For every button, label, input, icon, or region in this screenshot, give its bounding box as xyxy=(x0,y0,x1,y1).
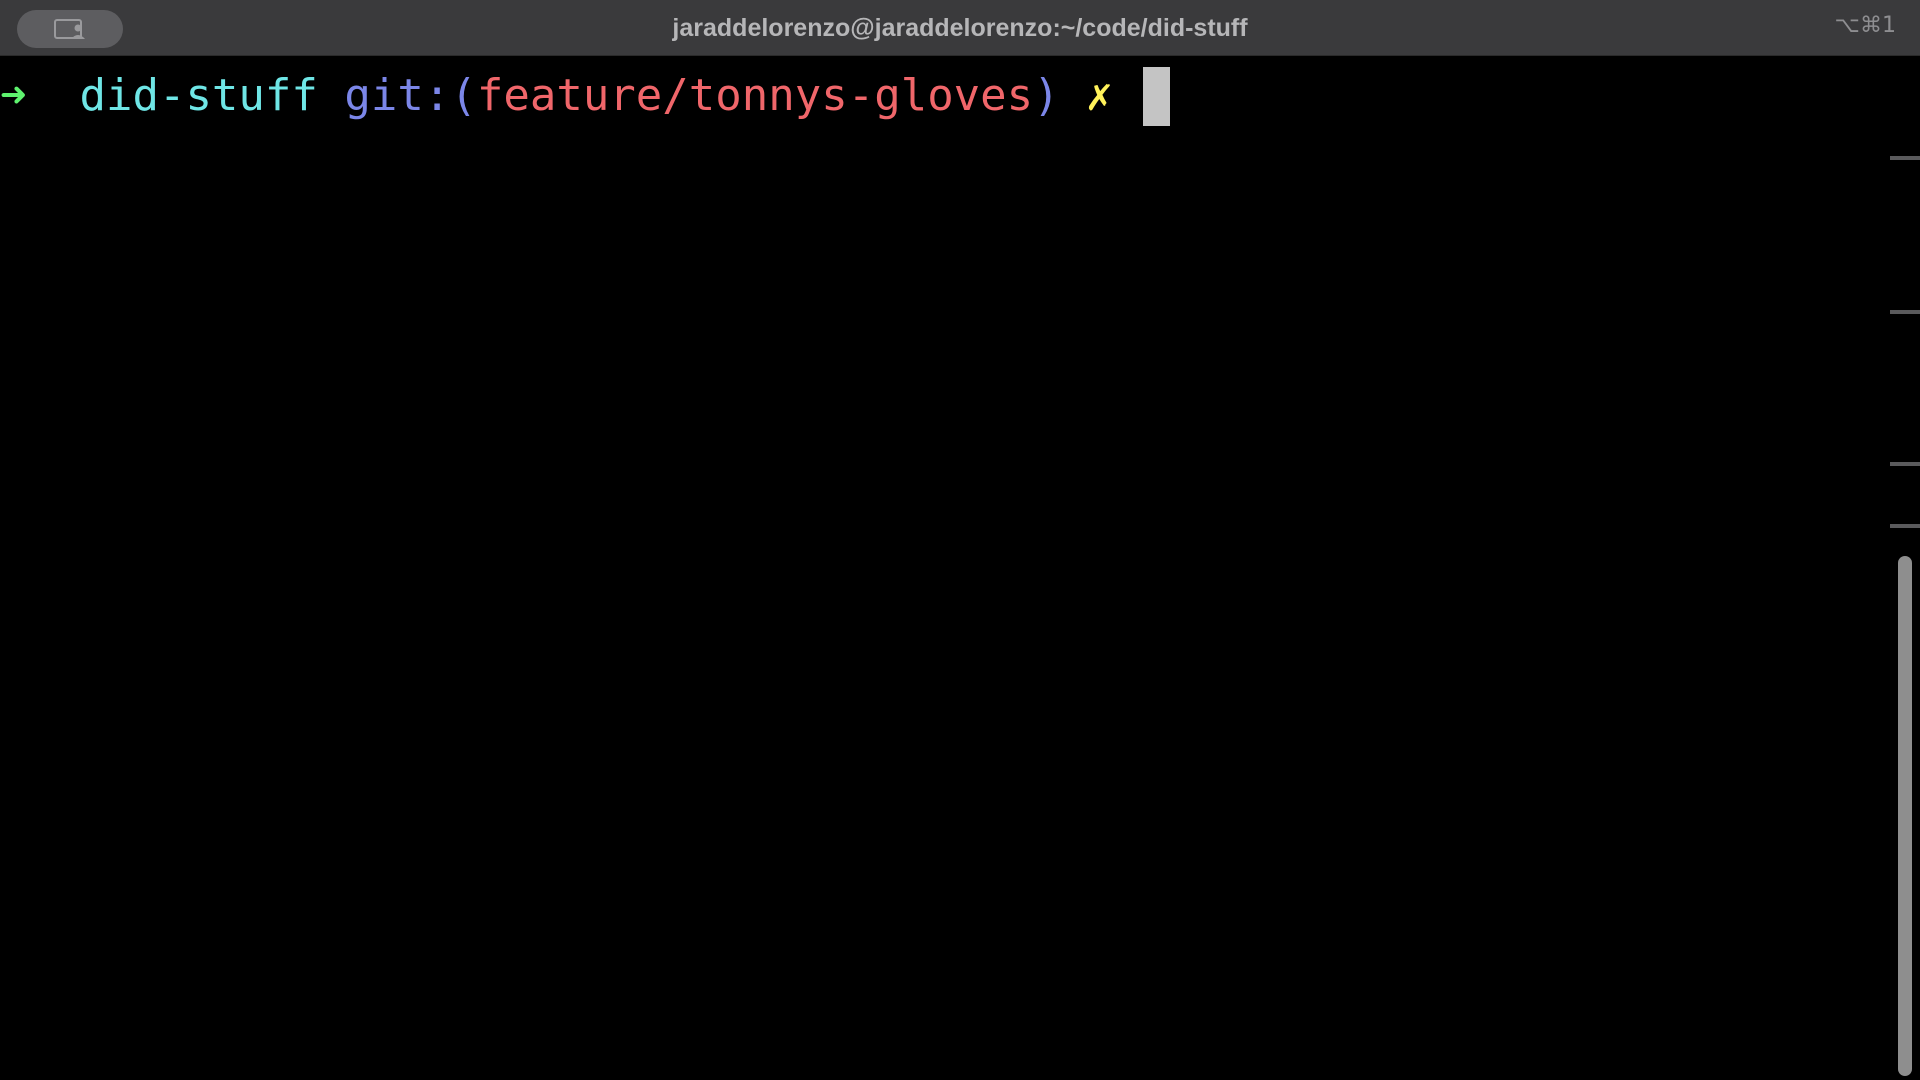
prompt-git-open: git:( xyxy=(344,70,477,121)
prompt-branch: feature/tonnys-gloves xyxy=(476,70,1034,121)
scroll-mark xyxy=(1890,310,1920,314)
scroll-mark xyxy=(1890,524,1920,528)
scroll-mark xyxy=(1890,462,1920,466)
prompt-line: ➜ did-stuff git:(feature/tonnys-gloves) … xyxy=(0,64,1171,128)
window-shortcut-hint: ⌥⌘1 xyxy=(1834,13,1896,38)
prompt-git-close: ) xyxy=(1033,70,1060,121)
prompt-arrow-icon: ➜ xyxy=(0,70,27,121)
text-cursor xyxy=(1143,66,1171,126)
window-title: jaraddelorenzo@jaraddelorenzo:~/code/did… xyxy=(672,14,1248,42)
scrollbar-thumb[interactable] xyxy=(1898,556,1912,1076)
scroll-mark xyxy=(1890,156,1920,160)
title-bar[interactable]: jaraddelorenzo@jaraddelorenzo:~/code/did… xyxy=(0,0,1920,56)
terminal-window: jaraddelorenzo@jaraddelorenzo:~/code/did… xyxy=(0,0,1920,1080)
scroll-gutter[interactable] xyxy=(1890,56,1920,1080)
prompt-dirty-icon: ✗ xyxy=(1086,70,1113,121)
prompt-directory: did-stuff xyxy=(79,70,318,121)
terminal-content[interactable]: ➜ did-stuff git:(feature/tonnys-gloves) … xyxy=(0,56,1890,1080)
